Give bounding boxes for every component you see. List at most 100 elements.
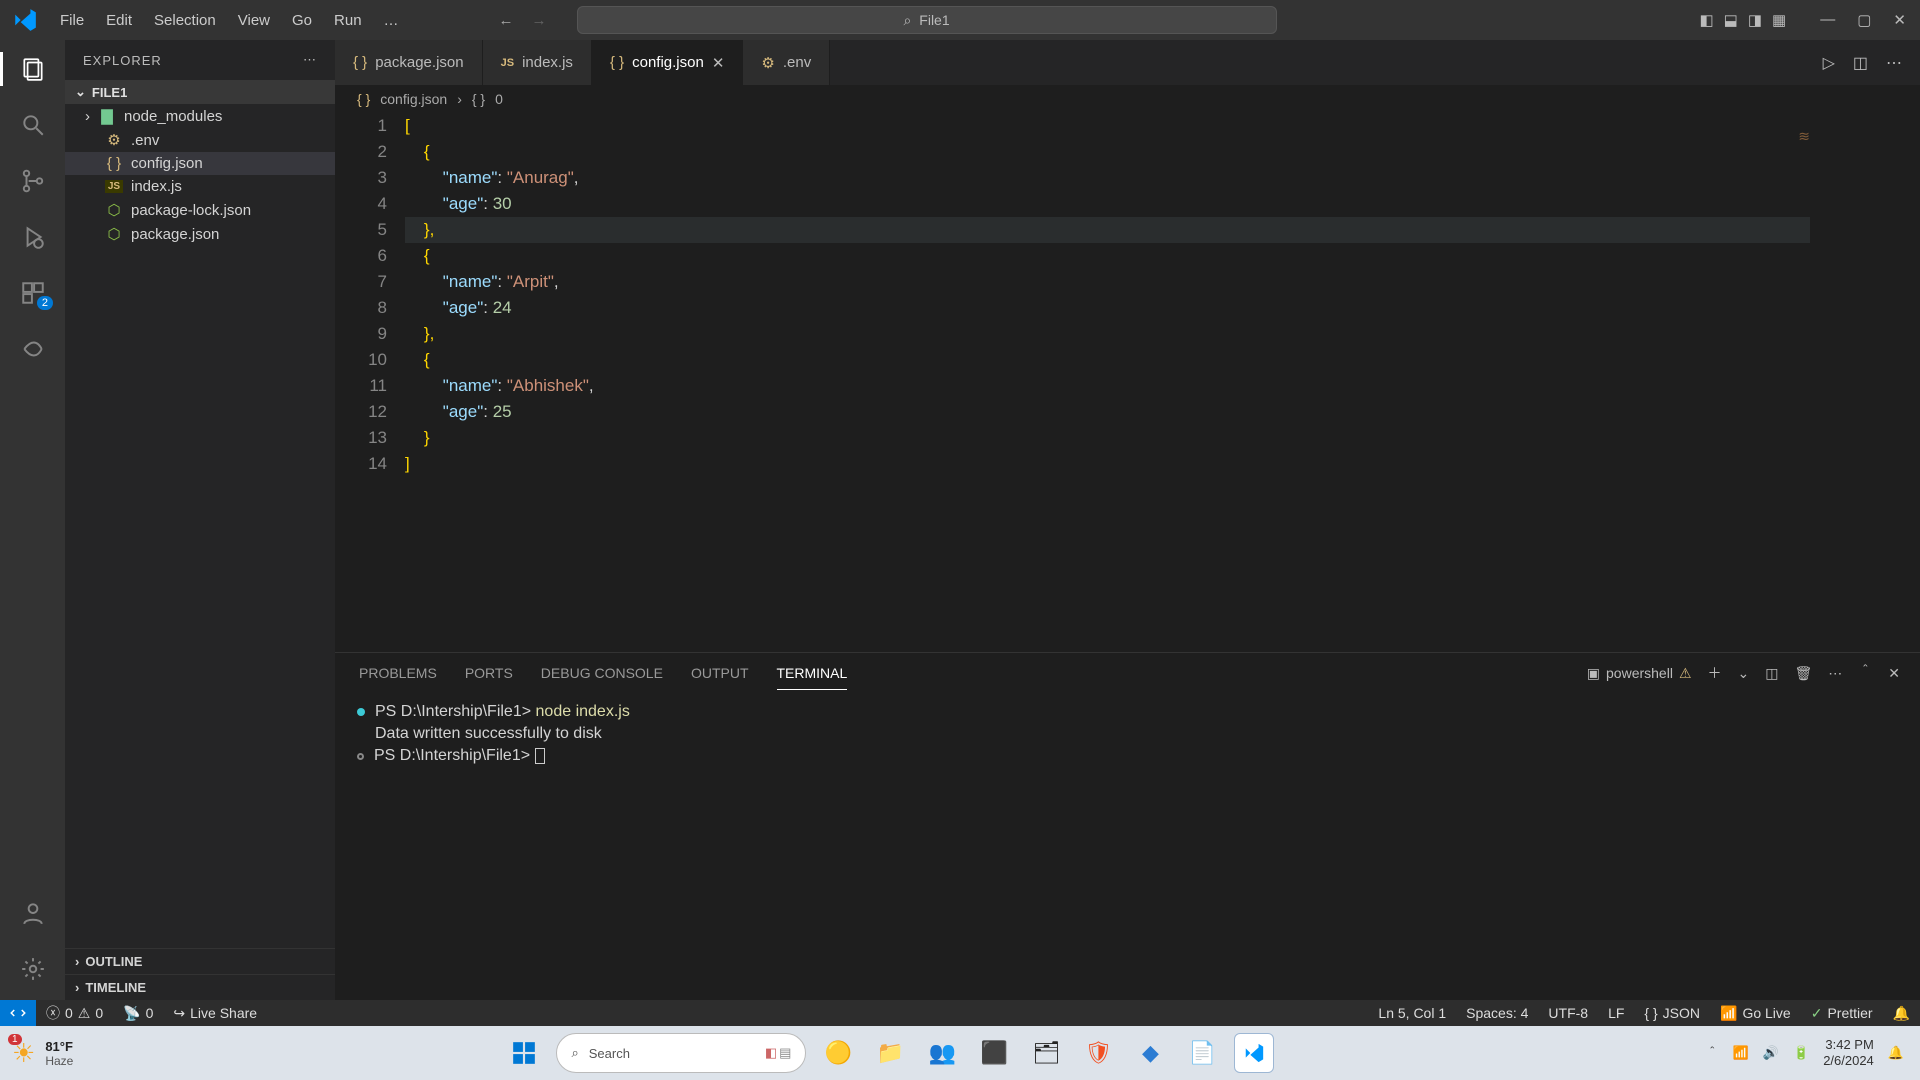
command-center-search[interactable]: ⌕ File1 xyxy=(577,6,1277,34)
activity-source-control[interactable] xyxy=(0,164,65,198)
taskbar-weather[interactable]: ☀ 1 81°F Haze xyxy=(0,1038,73,1069)
layout-panel-left-icon[interactable]: ◧ xyxy=(1699,11,1713,29)
taskbar-search[interactable]: ⌕ Search ◧▤ xyxy=(556,1033,806,1073)
split-editor-icon[interactable]: ◫ xyxy=(1853,53,1868,73)
taskbar-app-explorer[interactable]: 📁 xyxy=(870,1033,910,1073)
tab-more-icon[interactable]: ⋯ xyxy=(1886,53,1902,73)
system-tray: ＾ 📶 🔊 🔋 3:42 PM 2/6/2024 🔔 xyxy=(1706,1037,1920,1069)
split-terminal-icon[interactable]: ◫ xyxy=(1765,665,1778,682)
layout-panel-bottom-icon[interactable]: ⬓ xyxy=(1724,11,1738,29)
close-panel-icon[interactable]: ✕ xyxy=(1888,665,1900,682)
activity-search[interactable] xyxy=(0,108,65,142)
panel-tab-debug[interactable]: DEBUG CONSOLE xyxy=(541,657,663,689)
terminal-output[interactable]: PS D:\Intership\File1> node index.js Dat… xyxy=(335,693,1920,1000)
sidebar-more-icon[interactable]: ⋯ xyxy=(303,52,317,68)
status-problems[interactable]: ⓧ0 ⚠0 xyxy=(36,1003,113,1023)
volume-icon[interactable]: 🔊 xyxy=(1763,1045,1779,1061)
status-golive[interactable]: 📶 Go Live xyxy=(1710,1005,1801,1022)
activity-extensions[interactable]: 2 xyxy=(0,276,65,310)
windows-taskbar: ☀ 1 81°F Haze ⌕ Search ◧▤ 🟡 📁 👥 ⬛ 🗂 🛡 ◆ … xyxy=(0,1026,1920,1080)
status-indent[interactable]: Spaces: 4 xyxy=(1456,1005,1538,1022)
status-prettier[interactable]: ✓ Prettier xyxy=(1801,1005,1883,1022)
panel-tab-terminal[interactable]: TERMINAL xyxy=(777,657,848,690)
tree-config-json[interactable]: { } config.json xyxy=(65,152,335,175)
maximize-panel-icon[interactable]: ＾ xyxy=(1858,663,1872,683)
activity-liveshare[interactable] xyxy=(0,332,65,366)
taskbar-app-vscode[interactable] xyxy=(1234,1033,1274,1073)
code-line: { xyxy=(405,139,1920,165)
tab-index-js[interactable]: JS index.js xyxy=(483,40,592,85)
panel-tab-output[interactable]: OUTPUT xyxy=(691,657,749,689)
window-minimize-icon[interactable]: ― xyxy=(1820,11,1835,29)
tray-overflow-icon[interactable]: ＾ xyxy=(1706,1044,1719,1063)
bottom-panel: PROBLEMS PORTS DEBUG CONSOLE OUTPUT TERM… xyxy=(335,652,1920,1000)
panel-tab-ports[interactable]: PORTS xyxy=(465,657,513,689)
outline-section[interactable]: OUTLINE xyxy=(65,948,335,974)
tree-env[interactable]: ⚙ .env xyxy=(65,128,335,152)
menu-file[interactable]: File xyxy=(50,6,94,35)
code-editor[interactable]: 1234567891011121314 ≋ [ { "name": "Anura… xyxy=(335,113,1920,652)
terminal-dropdown-icon[interactable]: ⌄ xyxy=(1738,665,1750,682)
taskbar-app-files[interactable]: 🗂 xyxy=(1026,1033,1066,1073)
layout-customize-icon[interactable]: ▦ xyxy=(1772,11,1786,29)
menu-edit[interactable]: Edit xyxy=(96,6,142,35)
menu-view[interactable]: View xyxy=(228,6,280,35)
activity-settings[interactable] xyxy=(0,952,65,986)
status-encoding[interactable]: UTF-8 xyxy=(1538,1005,1598,1022)
explorer-root[interactable]: FILE1 xyxy=(65,80,335,104)
menu-more[interactable]: … xyxy=(374,6,409,35)
explorer-root-label: FILE1 xyxy=(92,85,127,100)
timeline-section[interactable]: TIMELINE xyxy=(65,974,335,1000)
status-cursor-pos[interactable]: Ln 5, Col 1 xyxy=(1368,1005,1456,1022)
status-ports[interactable]: 📡0 xyxy=(113,1005,163,1022)
kill-terminal-icon[interactable]: 🗑 xyxy=(1794,665,1812,682)
tab-env[interactable]: ⚙ .env xyxy=(743,40,830,85)
terminal-prompt: PS D:\Intership\File1> xyxy=(374,747,530,764)
explorer-title: EXPLORER xyxy=(83,53,162,68)
taskbar-app-teams[interactable]: 👥 xyxy=(922,1033,962,1073)
tree-index-js[interactable]: JS index.js xyxy=(65,175,335,198)
panel-more-icon[interactable]: ⋯ xyxy=(1828,665,1842,682)
tree-package-json[interactable]: ⬡ package.json xyxy=(65,222,335,246)
activity-explorer[interactable] xyxy=(0,52,65,86)
window-restore-icon[interactable]: ▢ xyxy=(1857,11,1871,29)
tree-package-lock[interactable]: ⬡ package-lock.json xyxy=(65,198,335,222)
layout-panel-right-icon[interactable]: ◨ xyxy=(1748,11,1762,29)
status-language[interactable]: { } JSON xyxy=(1634,1005,1710,1022)
status-liveshare[interactable]: ↪Live Share xyxy=(163,1005,267,1022)
nav-forward-icon[interactable]: → xyxy=(532,12,547,29)
battery-icon[interactable]: 🔋 xyxy=(1793,1045,1809,1061)
new-terminal-icon[interactable]: ＋ xyxy=(1708,663,1722,683)
taskbar-app-copilot[interactable]: 🟡 xyxy=(818,1033,858,1073)
breadcrumb-node: 0 xyxy=(495,91,503,107)
tab-package-json[interactable]: { } package.json xyxy=(335,40,483,85)
window-close-icon[interactable]: ✕ xyxy=(1893,11,1906,29)
tree-node-modules[interactable]: ▇ node_modules xyxy=(65,104,335,128)
wifi-icon[interactable]: 📶 xyxy=(1733,1045,1749,1061)
start-button[interactable] xyxy=(504,1033,544,1073)
activity-account[interactable] xyxy=(0,896,65,930)
taskbar-app-notepad[interactable]: 📄 xyxy=(1182,1033,1222,1073)
remote-indicator[interactable] xyxy=(0,1000,36,1026)
close-icon[interactable]: ✕ xyxy=(712,54,725,72)
error-icon: ⓧ xyxy=(46,1003,60,1023)
taskbar-app-terminal[interactable]: ⬛ xyxy=(974,1033,1014,1073)
taskbar-app-generic1[interactable]: ◆ xyxy=(1130,1033,1170,1073)
nav-back-icon[interactable]: ← xyxy=(499,12,514,29)
menu-go[interactable]: Go xyxy=(282,6,322,35)
activity-run-debug[interactable] xyxy=(0,220,65,254)
tab-label: package.json xyxy=(375,54,463,71)
tab-config-json[interactable]: { } config.json ✕ xyxy=(592,40,743,85)
status-eol[interactable]: LF xyxy=(1598,1005,1634,1022)
menu-run[interactable]: Run xyxy=(324,6,372,35)
taskbar-clock[interactable]: 3:42 PM 2/6/2024 xyxy=(1823,1037,1874,1069)
notifications-icon[interactable]: 🔔 xyxy=(1888,1045,1904,1061)
menu-selection[interactable]: Selection xyxy=(144,6,226,35)
taskbar-app-brave[interactable]: 🛡 xyxy=(1078,1033,1118,1073)
breadcrumb-file: config.json xyxy=(380,91,447,107)
breadcrumb[interactable]: { } config.json { } 0 xyxy=(335,85,1920,113)
panel-tab-problems[interactable]: PROBLEMS xyxy=(359,657,437,689)
terminal-shell-selector[interactable]: ▣ powershell ⚠ xyxy=(1587,665,1692,682)
run-icon[interactable]: ▷ xyxy=(1823,53,1835,73)
status-bell[interactable]: 🔔 xyxy=(1883,1005,1920,1022)
